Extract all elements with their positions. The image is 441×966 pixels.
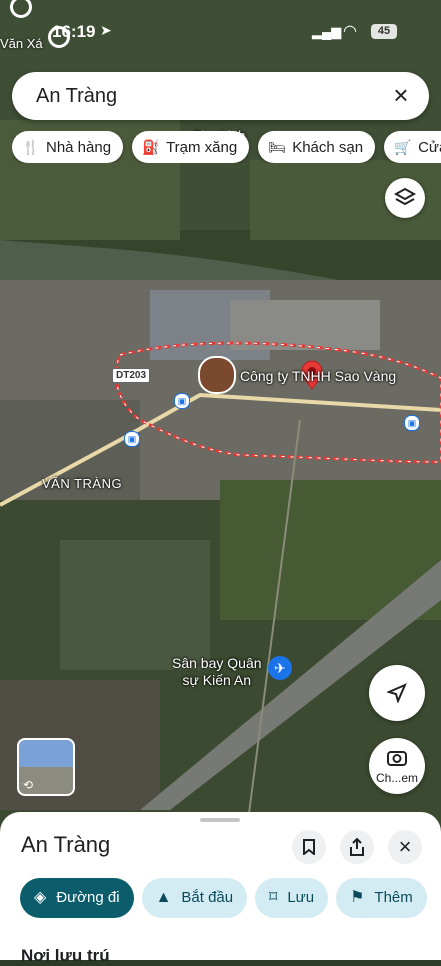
chip-label: Khách sạn — [292, 139, 364, 156]
start-button[interactable]: ▲ Bắt đầu — [141, 878, 248, 918]
chip-label: Trạm xăng — [166, 139, 238, 156]
airport-label[interactable]: Sân bay Quân sự Kiến An — [172, 655, 262, 689]
section-heading: Nơi lưu trú — [21, 946, 110, 965]
airport-label-line1: Sân bay Quân — [172, 655, 262, 671]
place-title: An Tràng — [21, 832, 111, 857]
navigation-arrow-icon — [386, 683, 407, 704]
status-bar: Văn Xá 16:19 ➤ ▂▄▆ ◠ 45 — [0, 0, 441, 64]
action-label: Đường đi — [56, 889, 120, 906]
camera-search-button[interactable]: Ch...em — [369, 738, 425, 794]
action-label: Bắt đầu — [181, 889, 234, 906]
drag-handle[interactable] — [200, 818, 240, 822]
layers-icon — [393, 187, 417, 206]
bookmark-icon: ⌑ — [269, 889, 278, 906]
share-icon — [350, 837, 364, 856]
action-label: Thêm — [374, 889, 413, 906]
add-button[interactable]: ⚑ Thêm — [336, 878, 427, 918]
bus-stop-icon[interactable]: ▣ — [404, 415, 420, 431]
layers-button[interactable] — [385, 178, 425, 218]
camera-label: Ch...em — [375, 771, 418, 785]
chip-restaurant[interactable]: 🍴 Nhà hàng — [12, 131, 124, 163]
share-icon-button[interactable] — [340, 830, 374, 864]
street-view-icon: ⟲ — [23, 778, 34, 792]
gas-station-icon: ⛽ — [142, 139, 160, 155]
save-icon-button[interactable] — [292, 830, 326, 864]
battery-indicator: 45 — [371, 24, 397, 39]
chip-label: Nhà hàng — [46, 139, 112, 156]
action-label: Lưu — [287, 889, 315, 906]
place-bottom-sheet[interactable]: An Tràng × ◈ Đường đi ▲ Bắt đầu ⌑ Lưu ⚑ Thêm Nơ… — [0, 812, 441, 965]
chip-hotel[interactable]: 🛏 Khách sạn — [258, 131, 376, 163]
flag-icon: ⚑ — [350, 889, 365, 906]
chip-label: Cửa hà — [418, 139, 441, 156]
directions-button[interactable]: ◈ Đường đi — [20, 878, 134, 918]
close-icon: × — [398, 834, 412, 859]
chip-shopping[interactable]: 🛒 Cửa hà — [384, 131, 441, 163]
signal-icon: ▂▄▆ — [312, 24, 342, 39]
directions-icon: ◈ — [34, 889, 47, 906]
wifi-icon: ◠ — [343, 23, 357, 40]
save-button[interactable]: ⌑ Lưu — [255, 878, 329, 918]
street-view-thumbnail[interactable]: ⟲ — [17, 738, 75, 796]
search-bar[interactable]: An Tràng × — [12, 72, 429, 120]
location-arrow-icon: ➤ — [100, 22, 112, 38]
start-navigation-icon: ▲ — [155, 889, 172, 906]
hotel-icon: 🛏 — [268, 139, 287, 155]
close-icon[interactable]: × — [387, 82, 415, 110]
category-chips: 🍴 Nhà hàng ⛽ Trạm xăng 🛏 Khách sạn 🛒 Cửa hà — [12, 131, 441, 163]
recenter-button[interactable] — [369, 665, 425, 721]
airport-label-line2: sự Kiến An — [182, 672, 252, 688]
shopping-cart-icon: 🛒 — [394, 139, 412, 155]
status-time: 16:19 — [52, 22, 96, 41]
bus-stop-icon[interactable]: ▣ — [124, 431, 140, 447]
airport-icon[interactable]: ✈ — [268, 656, 292, 680]
search-query[interactable]: An Tràng — [36, 85, 117, 108]
close-sheet-button[interactable]: × — [388, 830, 422, 864]
area-label: VĂN TRÀNG — [42, 476, 123, 491]
place-photo-marker[interactable] — [198, 356, 236, 394]
top-left-label: Văn Xá — [0, 36, 43, 51]
action-buttons: ◈ Đường đi ▲ Bắt đầu ⌑ Lưu ⚑ Thêm — [20, 878, 441, 918]
company-label[interactable]: Công ty TNHH Sao Vàng — [240, 368, 396, 384]
road-tag: DT203 — [112, 368, 151, 383]
camera-icon — [387, 751, 407, 766]
bookmark-icon — [303, 839, 315, 857]
chip-gas-station[interactable]: ⛽ Trạm xăng — [132, 131, 250, 163]
bus-stop-icon[interactable]: ▣ — [174, 393, 190, 409]
restaurant-icon: 🍴 — [22, 139, 40, 155]
location-pin-icon — [10, 0, 32, 18]
